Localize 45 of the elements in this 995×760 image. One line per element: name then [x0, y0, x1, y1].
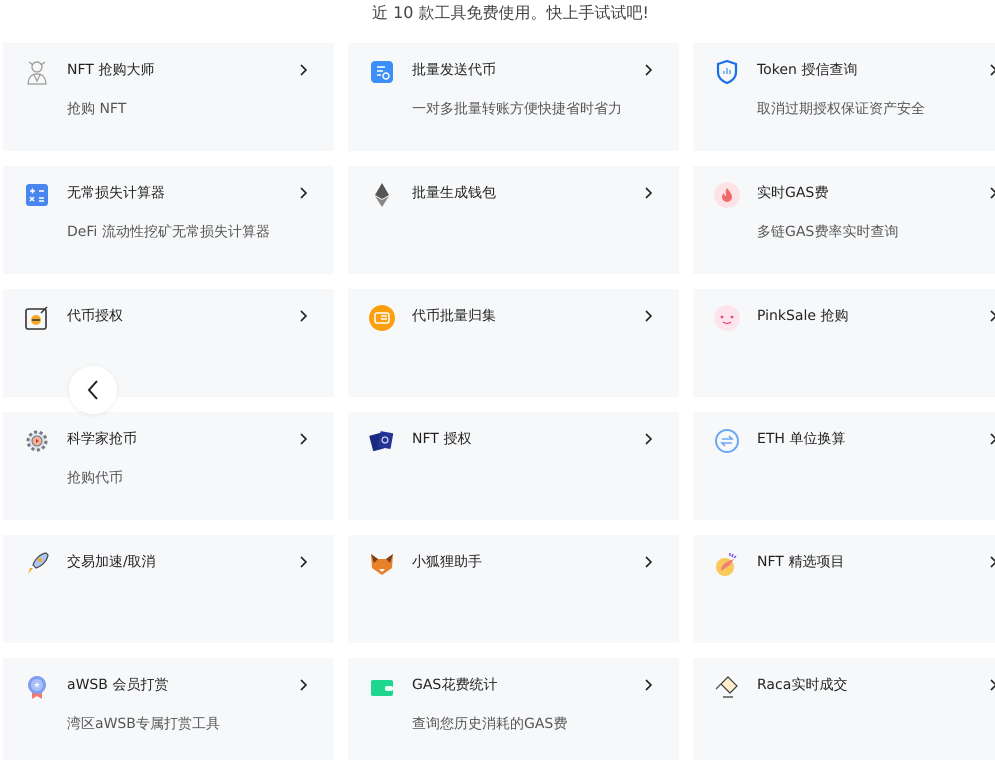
tool-description: 抢购 NFT: [67, 100, 126, 119]
tool-title: 交易加速/取消: [67, 553, 156, 572]
tool-description: DeFi 流动性挖矿无常损失计算器: [67, 223, 270, 242]
tool-description: 一对多批量转账方便快捷省时省力: [412, 100, 622, 119]
tool-card[interactable]: NFT 精选项目: [693, 535, 995, 643]
tool-description: 湾区aWSB专属打赏工具: [67, 715, 220, 734]
tool-card[interactable]: ETH 单位换算: [693, 412, 995, 520]
tool-card[interactable]: aWSB 会员打赏 湾区aWSB专属打赏工具: [3, 658, 334, 760]
tool-title: 无常损失计算器: [67, 184, 165, 203]
tool-title: 批量生成钱包: [412, 184, 496, 203]
tool-title: aWSB 会员打赏: [67, 676, 168, 695]
tool-title: GAS花费统计: [412, 676, 498, 695]
tool-card[interactable]: GAS花费统计 查询您历史消耗的GAS费: [348, 658, 679, 760]
tool-card[interactable]: PinkSale 抢购: [693, 289, 995, 397]
tool-description: 多链GAS费率实时查询: [757, 223, 898, 242]
tool-title: 代币授权: [67, 307, 123, 326]
tool-title: 科学家抢币: [67, 430, 137, 449]
tool-card[interactable]: NFT 抢购大师 抢购 NFT: [3, 43, 334, 151]
tool-title: ETH 单位换算: [757, 430, 846, 449]
tool-card[interactable]: 代币授权: [3, 289, 334, 397]
tool-card[interactable]: 无常损失计算器 DeFi 流动性挖矿无常损失计算器: [3, 166, 334, 274]
tool-description: 抢购代币: [67, 469, 123, 488]
tool-card[interactable]: 科学家抢币 抢购代币: [3, 412, 334, 520]
tool-title: Token 授信查询: [757, 61, 858, 80]
tool-title: NFT 抢购大师: [67, 61, 154, 80]
tool-title: 实时GAS费: [757, 184, 828, 203]
tool-description: 查询您历史消耗的GAS费: [412, 715, 568, 734]
tool-card[interactable]: Raca实时成交: [693, 658, 995, 760]
tool-title: NFT 精选项目: [757, 553, 844, 572]
tool-title: PinkSale 抢购: [757, 307, 848, 326]
tool-card[interactable]: Token 授信查询 取消过期授权保证资产安全: [693, 43, 995, 151]
tool-card[interactable]: 代币批量归集: [348, 289, 679, 397]
tool-card[interactable]: 批量发送代币 一对多批量转账方便快捷省时省力: [348, 43, 679, 151]
tool-title: 小狐狸助手: [412, 553, 482, 572]
tool-card[interactable]: 小狐狸助手: [348, 535, 679, 643]
tool-title: NFT 授权: [412, 430, 472, 449]
tool-title: 代币批量归集: [412, 307, 496, 326]
tool-title: Raca实时成交: [757, 676, 848, 695]
tool-card[interactable]: 实时GAS费 多链GAS费率实时查询: [693, 166, 995, 274]
intro-text: 近 10 款工具免费使用。快上手试试吧!: [371, 2, 650, 24]
tool-card[interactable]: 批量生成钱包: [348, 166, 679, 274]
tool-card[interactable]: 交易加速/取消: [3, 535, 334, 643]
tool-title: 批量发送代币: [412, 61, 496, 80]
tool-card[interactable]: NFT 授权: [348, 412, 679, 520]
tool-description: 取消过期授权保证资产安全: [757, 100, 925, 119]
